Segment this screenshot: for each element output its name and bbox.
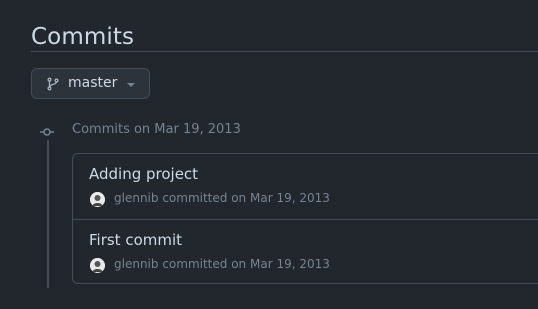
commit-author-link[interactable]: glennib (114, 257, 159, 271)
commit-action: committed on (162, 257, 247, 271)
git-branch-icon (47, 77, 59, 91)
branch-select-button[interactable]: master (31, 68, 150, 99)
git-commit-icon (40, 128, 54, 136)
commit-date: Mar 19, 2013 (249, 191, 330, 205)
commit-row: First commit glennib committed on Mar 19… (73, 219, 538, 285)
commit-message-link[interactable]: Adding project (89, 165, 198, 183)
commit-meta: glennib committed on Mar 19, 2013 (114, 257, 330, 271)
user-avatar[interactable] (90, 192, 105, 207)
title-divider (31, 51, 538, 52)
commit-date: Mar 19, 2013 (249, 257, 330, 271)
page-title: Commits (31, 24, 135, 51)
commit-author-link[interactable]: glennib (114, 191, 159, 205)
commit-group-title: Commits on Mar 19, 2013 (72, 122, 241, 137)
commit-meta: glennib committed on Mar 19, 2013 (114, 191, 330, 205)
commit-message-link[interactable]: First commit (89, 231, 182, 249)
user-avatar[interactable] (90, 258, 105, 273)
branch-name: master (68, 75, 118, 91)
triangle-down-icon (127, 83, 135, 87)
commit-action: committed on (162, 191, 247, 205)
timeline-line (47, 140, 49, 288)
commit-list: Adding project glennib committed on Mar … (72, 153, 538, 284)
commit-row: Adding project glennib committed on Mar … (73, 154, 538, 219)
